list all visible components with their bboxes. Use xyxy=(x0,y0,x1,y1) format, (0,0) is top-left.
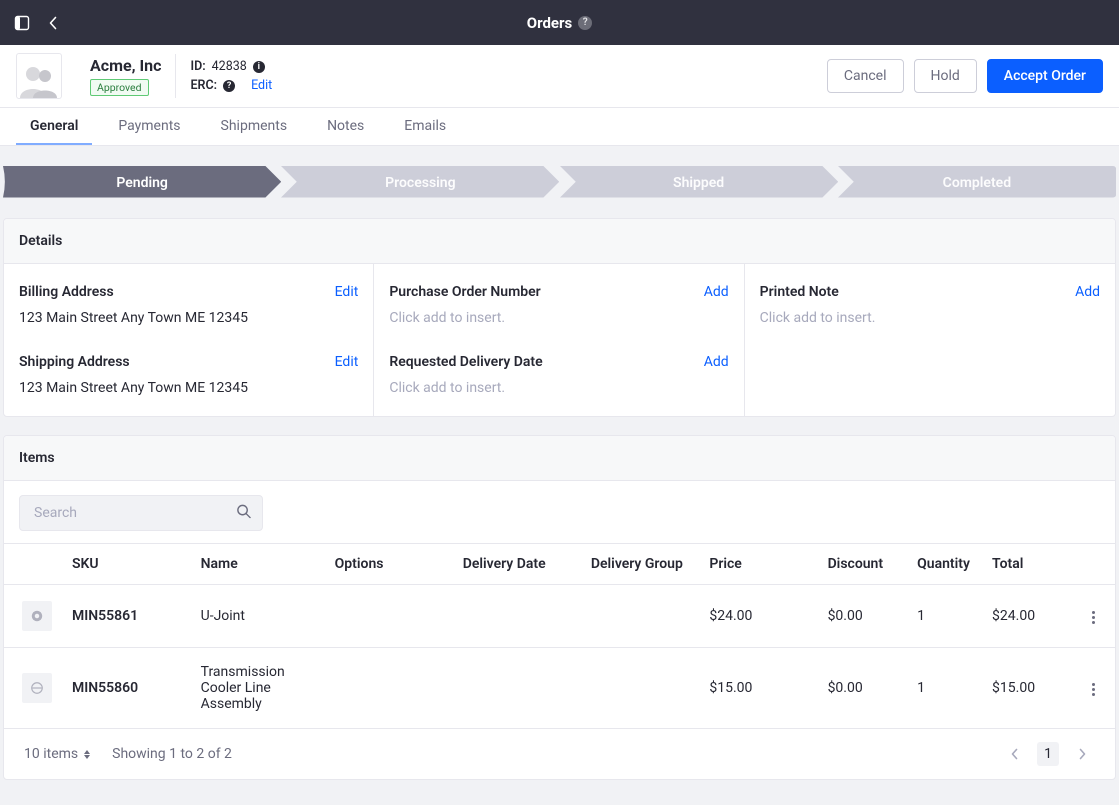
pagination: 1 xyxy=(1001,741,1095,767)
edit-shipping-link[interactable]: Edit xyxy=(335,354,359,370)
items-header: Items xyxy=(4,436,1115,481)
step-pending: Pending xyxy=(3,166,281,200)
row-actions-menu[interactable] xyxy=(1086,605,1101,630)
search-icon xyxy=(236,504,251,523)
step-label: Pending xyxy=(116,175,168,191)
row-actions-menu[interactable] xyxy=(1086,677,1101,702)
showing-text: Showing 1 to 2 of 2 xyxy=(112,746,232,762)
col-delivery-group[interactable]: Delivery Group xyxy=(581,544,699,585)
cell-delivery-group xyxy=(581,585,699,648)
col-sku[interactable]: SKU xyxy=(62,544,191,585)
sidebar-toggle-icon[interactable] xyxy=(14,15,30,31)
step-completed: Completed xyxy=(838,166,1116,200)
back-button[interactable] xyxy=(48,16,58,30)
cell-delivery-date xyxy=(453,648,581,729)
table-row[interactable]: MIN55861 U-Joint $24.00 $0.00 1 $24.00 xyxy=(4,585,1115,648)
shipping-address-value: 123 Main Street Any Town ME 12345 xyxy=(19,380,358,396)
cancel-button[interactable]: Cancel xyxy=(827,59,904,93)
col-price[interactable]: Price xyxy=(699,544,817,585)
accept-order-button[interactable]: Accept Order xyxy=(987,59,1103,93)
tab-shipments[interactable]: Shipments xyxy=(207,108,302,145)
cell-price: $15.00 xyxy=(699,648,817,729)
page-size-selector[interactable]: 10 items xyxy=(24,746,90,762)
page-size-label: 10 items xyxy=(24,746,78,762)
cell-price: $24.00 xyxy=(699,585,817,648)
cell-delivery-group xyxy=(581,648,699,729)
col-total[interactable]: Total xyxy=(982,544,1071,585)
cell-discount: $0.00 xyxy=(818,585,908,648)
id-value: 42838 xyxy=(212,59,247,74)
po-number-title: Purchase Order Number xyxy=(389,284,540,300)
billing-address-value: 123 Main Street Any Town ME 12345 xyxy=(19,310,358,326)
tab-emails[interactable]: Emails xyxy=(390,108,460,145)
table-row[interactable]: MIN55860 Transmission Cooler Line Assemb… xyxy=(4,648,1115,729)
erc-label: ERC: xyxy=(190,78,217,93)
table-header-row: SKU Name Options Delivery Date Delivery … xyxy=(4,544,1115,585)
add-delivery-date-link[interactable]: Add xyxy=(704,354,729,370)
tab-payments[interactable]: Payments xyxy=(104,108,194,145)
billing-address-title: Billing Address xyxy=(19,284,114,300)
item-thumbnail xyxy=(22,673,52,703)
add-printed-note-link[interactable]: Add xyxy=(1075,284,1100,300)
items-footer: 10 items Showing 1 to 2 of 2 1 xyxy=(4,728,1115,779)
col-options[interactable]: Options xyxy=(325,544,453,585)
cell-total: $24.00 xyxy=(982,585,1071,648)
details-header: Details xyxy=(4,219,1115,264)
cell-quantity: 1 xyxy=(907,585,982,648)
help-icon[interactable]: ? xyxy=(578,16,592,30)
cell-options xyxy=(325,648,453,729)
printed-note-placeholder: Click add to insert. xyxy=(760,310,1100,326)
printed-note-title: Printed Note xyxy=(760,284,839,300)
cell-discount: $0.00 xyxy=(818,648,908,729)
col-discount[interactable]: Discount xyxy=(818,544,908,585)
cell-total: $15.00 xyxy=(982,648,1071,729)
edit-erc-link[interactable]: Edit xyxy=(251,78,272,93)
page-title: Orders xyxy=(527,14,572,32)
tab-bar: General Payments Shipments Notes Emails xyxy=(0,108,1119,146)
next-page-button[interactable] xyxy=(1069,741,1095,767)
id-info-icon[interactable]: i xyxy=(253,61,265,73)
progress-steps: Pending Processing Shipped Completed xyxy=(3,166,1116,200)
customer-avatar xyxy=(16,53,62,99)
dropdown-icon xyxy=(84,750,90,759)
id-label: ID: xyxy=(190,59,205,74)
delivery-date-placeholder: Click add to insert. xyxy=(389,380,728,396)
edit-billing-link[interactable]: Edit xyxy=(335,284,359,300)
cell-quantity: 1 xyxy=(907,648,982,729)
step-label: Processing xyxy=(385,175,455,191)
po-number-placeholder: Click add to insert. xyxy=(389,310,728,326)
status-badge: Approved xyxy=(90,79,149,96)
order-meta: ID: 42838 i ERC: ? Edit xyxy=(190,59,272,93)
tab-general[interactable]: General xyxy=(16,108,92,145)
items-table: SKU Name Options Delivery Date Delivery … xyxy=(4,543,1115,728)
step-label: Completed xyxy=(943,175,1011,191)
customer-name: Acme, Inc xyxy=(90,56,161,75)
details-panel: Details Billing Address Edit 123 Main St… xyxy=(3,218,1116,417)
hold-button[interactable]: Hold xyxy=(914,59,977,93)
prev-page-button[interactable] xyxy=(1001,741,1027,767)
cell-sku: MIN55861 xyxy=(62,585,191,648)
cell-options xyxy=(325,585,453,648)
items-search-input[interactable] xyxy=(19,495,263,531)
step-label: Shipped xyxy=(673,175,724,191)
order-header: Acme, Inc Approved ID: 42838 i ERC: ? Ed… xyxy=(0,45,1119,108)
cell-sku: MIN55860 xyxy=(62,648,191,729)
item-thumbnail xyxy=(22,601,52,631)
cell-name: Transmission Cooler Line Assembly xyxy=(191,648,325,729)
add-po-link[interactable]: Add xyxy=(704,284,729,300)
col-quantity[interactable]: Quantity xyxy=(907,544,982,585)
cell-delivery-date xyxy=(453,585,581,648)
step-shipped: Shipped xyxy=(560,166,838,200)
items-panel: Items SKU Name Options Delivery Date Del… xyxy=(3,435,1116,780)
step-processing: Processing xyxy=(281,166,559,200)
topbar: Orders ? xyxy=(0,0,1119,45)
col-name[interactable]: Name xyxy=(191,544,325,585)
shipping-address-title: Shipping Address xyxy=(19,354,130,370)
erc-help-icon[interactable]: ? xyxy=(223,80,235,92)
delivery-date-title: Requested Delivery Date xyxy=(389,354,542,370)
col-delivery-date[interactable]: Delivery Date xyxy=(453,544,581,585)
tab-notes[interactable]: Notes xyxy=(313,108,378,145)
page-number[interactable]: 1 xyxy=(1037,742,1059,766)
cell-name: U-Joint xyxy=(191,585,325,648)
